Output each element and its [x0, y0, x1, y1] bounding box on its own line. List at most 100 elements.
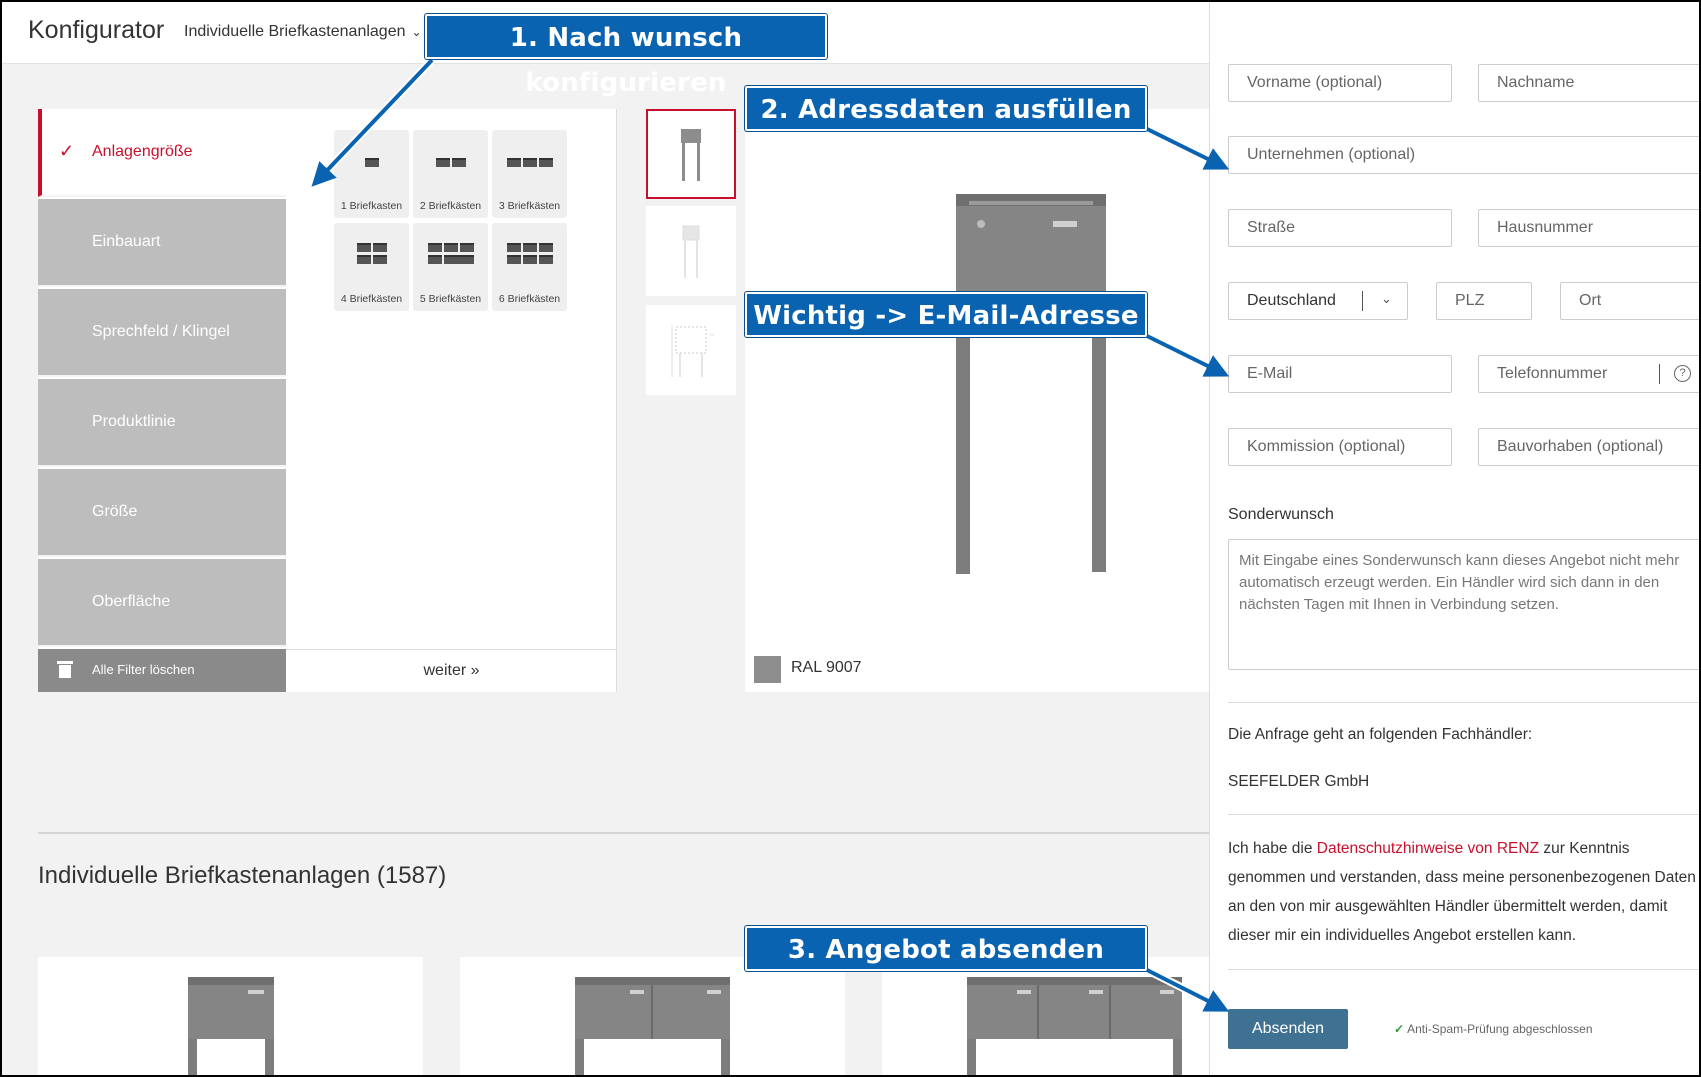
- privacy-consent-text: Ich habe die Datenschutzhinweise von REN…: [1228, 834, 1699, 950]
- callout-step-1: 1. Nach wunsch konfigurieren: [425, 14, 827, 98]
- zip-placeholder: PLZ: [1455, 292, 1485, 309]
- email-placeholder: E-Mail: [1247, 365, 1293, 382]
- option-4-briefkaesten[interactable]: 4 Briefkästen: [334, 223, 409, 311]
- first-name-placeholder: Vorname (optional): [1247, 74, 1383, 91]
- privacy-link[interactable]: Datenschutzhinweise von RENZ: [1317, 840, 1539, 857]
- check-icon: ✓: [59, 141, 75, 161]
- dealer-name: SEEFELDER GmbH: [1228, 773, 1370, 790]
- select-separator: [1362, 291, 1363, 311]
- commission-field[interactable]: Kommission (optional): [1228, 428, 1452, 466]
- thumbnail-technical-drawing[interactable]: [646, 305, 736, 395]
- option-5-briefkaesten[interactable]: 5 Briefkästen: [413, 223, 488, 311]
- company-field[interactable]: Unternehmen (optional): [1228, 136, 1699, 174]
- project-field[interactable]: Bauvorhaben (optional): [1478, 428, 1699, 466]
- step-sprechfeld-klingel[interactable]: Sprechfeld / Klingel: [38, 289, 286, 377]
- listing-title: Individuelle Briefkastenanlagen (1587): [38, 862, 447, 889]
- chevron-down-icon: ⌄: [411, 25, 422, 39]
- step-einbauart[interactable]: Einbauart: [38, 199, 286, 287]
- special-request-textarea[interactable]: Mit Eingabe eines Sonderwunsch kann dies…: [1228, 539, 1699, 670]
- trash-icon: [57, 661, 73, 678]
- last-name-field[interactable]: Nachname: [1478, 64, 1699, 102]
- step-label: Oberfläche: [92, 593, 171, 610]
- spam-check-status: ✓ Anti-Spam-Prüfung abgeschlossen: [1394, 1022, 1593, 1036]
- consent-text-pre: Ich habe die: [1228, 840, 1317, 857]
- thumbnail-front-view[interactable]: [646, 109, 736, 199]
- mailbox-stand-thumbnail-icon: [681, 129, 701, 181]
- form-divider: [1228, 969, 1699, 970]
- product-dropdown-label: Individuelle Briefkastenanlagen: [184, 23, 406, 40]
- thumbnail-side-view[interactable]: [646, 206, 736, 296]
- option-label: 2 Briefkästen: [419, 200, 482, 212]
- option-label: 5 Briefkästen: [419, 293, 482, 305]
- mailbox-2-product-image: [575, 977, 730, 1075]
- product-dropdown[interactable]: Individuelle Briefkastenanlagen ⌄: [184, 23, 422, 41]
- checkmark-icon: ✓: [1394, 1022, 1405, 1036]
- request-form: Vorname (optional) Nachname Unternehmen …: [1209, 2, 1699, 1075]
- country-select[interactable]: Deutschland ⌄: [1228, 282, 1408, 320]
- form-divider: [1228, 814, 1699, 815]
- product-card[interactable]: [460, 957, 845, 1075]
- product-card[interactable]: [882, 957, 1209, 1075]
- field-separator: [1659, 364, 1660, 384]
- option-6-briefkaesten[interactable]: 6 Briefkästen: [492, 223, 567, 311]
- email-field[interactable]: E-Mail: [1228, 355, 1452, 393]
- option-label: 3 Briefkästen: [498, 200, 561, 212]
- project-placeholder: Bauvorhaben (optional): [1497, 438, 1664, 455]
- mailbox-5-icon: [427, 243, 474, 264]
- config-panel: ✓ Anlagengröße Einbauart Sprechfeld / Kl…: [38, 109, 617, 692]
- last-name-placeholder: Nachname: [1497, 74, 1575, 91]
- option-2-briefkaesten[interactable]: 2 Briefkästen: [413, 130, 488, 218]
- first-name-field[interactable]: Vorname (optional): [1228, 64, 1452, 102]
- mailbox-2-icon: [435, 158, 466, 167]
- special-request-label: Sonderwunsch: [1228, 506, 1334, 523]
- step-label: Sprechfeld / Klingel: [92, 323, 230, 340]
- option-label: 6 Briefkästen: [498, 293, 561, 305]
- spam-check-label: Anti-Spam-Prüfung abgeschlossen: [1407, 1022, 1593, 1036]
- submit-button[interactable]: Absenden: [1228, 1009, 1348, 1049]
- phone-field[interactable]: Telefonnummer ?: [1478, 355, 1699, 393]
- house-number-field[interactable]: Hausnummer: [1478, 209, 1699, 247]
- mailbox-side-thumbnail-icon: [682, 225, 700, 278]
- callout-email-important: Wichtig -> E-Mail-Adresse: [745, 292, 1147, 337]
- step-groesse[interactable]: Größe: [38, 469, 286, 557]
- phone-placeholder: Telefonnummer: [1497, 365, 1608, 382]
- color-label: RAL 9007: [791, 659, 862, 676]
- step-anlagengroesse[interactable]: ✓ Anlagengröße: [38, 109, 286, 197]
- zip-field[interactable]: PLZ: [1436, 282, 1532, 320]
- section-divider: [38, 832, 1209, 834]
- callout-step-3: 3. Angebot absenden: [745, 926, 1147, 971]
- technical-drawing-icon: [671, 325, 714, 377]
- step-label: Einbauart: [92, 233, 161, 250]
- mailbox-1-icon: [364, 158, 379, 167]
- mailbox-3-product-image: [967, 977, 1182, 1075]
- dealer-intro: Die Anfrage geht an folgenden Fachhändle…: [1228, 726, 1533, 743]
- mailbox-1-product-image: [188, 977, 274, 1075]
- step-produktlinie[interactable]: Produktlinie: [38, 379, 286, 467]
- option-1-briefkasten[interactable]: 1 Briefkasten: [334, 130, 409, 218]
- option-label: 1 Briefkasten: [340, 200, 403, 212]
- callout-step-2: 2. Adressdaten ausfüllen: [745, 86, 1147, 131]
- step-label: Anlagengröße: [92, 143, 193, 160]
- clear-filters-label: Alle Filter löschen: [92, 662, 195, 677]
- city-field[interactable]: Ort: [1560, 282, 1699, 320]
- house-number-placeholder: Hausnummer: [1497, 219, 1594, 236]
- city-placeholder: Ort: [1579, 292, 1602, 309]
- screenshot-frame: Konfigurator Individuelle Briefkastenanl…: [0, 0, 1701, 1077]
- app-title: Konfigurator: [28, 16, 165, 44]
- mailbox-4-icon: [356, 243, 387, 264]
- option-label: 4 Briefkästen: [340, 293, 403, 305]
- next-button[interactable]: weiter »: [286, 649, 617, 692]
- product-card[interactable]: [38, 957, 423, 1075]
- company-placeholder: Unternehmen (optional): [1247, 146, 1416, 163]
- clear-filters-button[interactable]: Alle Filter löschen: [38, 649, 286, 692]
- form-divider: [1228, 702, 1699, 703]
- mailbox-preview-image: [956, 194, 1106, 574]
- product-preview: RAL 9007: [745, 109, 1209, 692]
- mailbox-6-icon: [506, 243, 553, 264]
- help-icon[interactable]: ?: [1674, 365, 1691, 382]
- step-label: Größe: [92, 503, 138, 520]
- street-field[interactable]: Straße: [1228, 209, 1452, 247]
- commission-placeholder: Kommission (optional): [1247, 438, 1406, 455]
- step-oberflaeche[interactable]: Oberfläche: [38, 559, 286, 647]
- option-3-briefkaesten[interactable]: 3 Briefkästen: [492, 130, 567, 218]
